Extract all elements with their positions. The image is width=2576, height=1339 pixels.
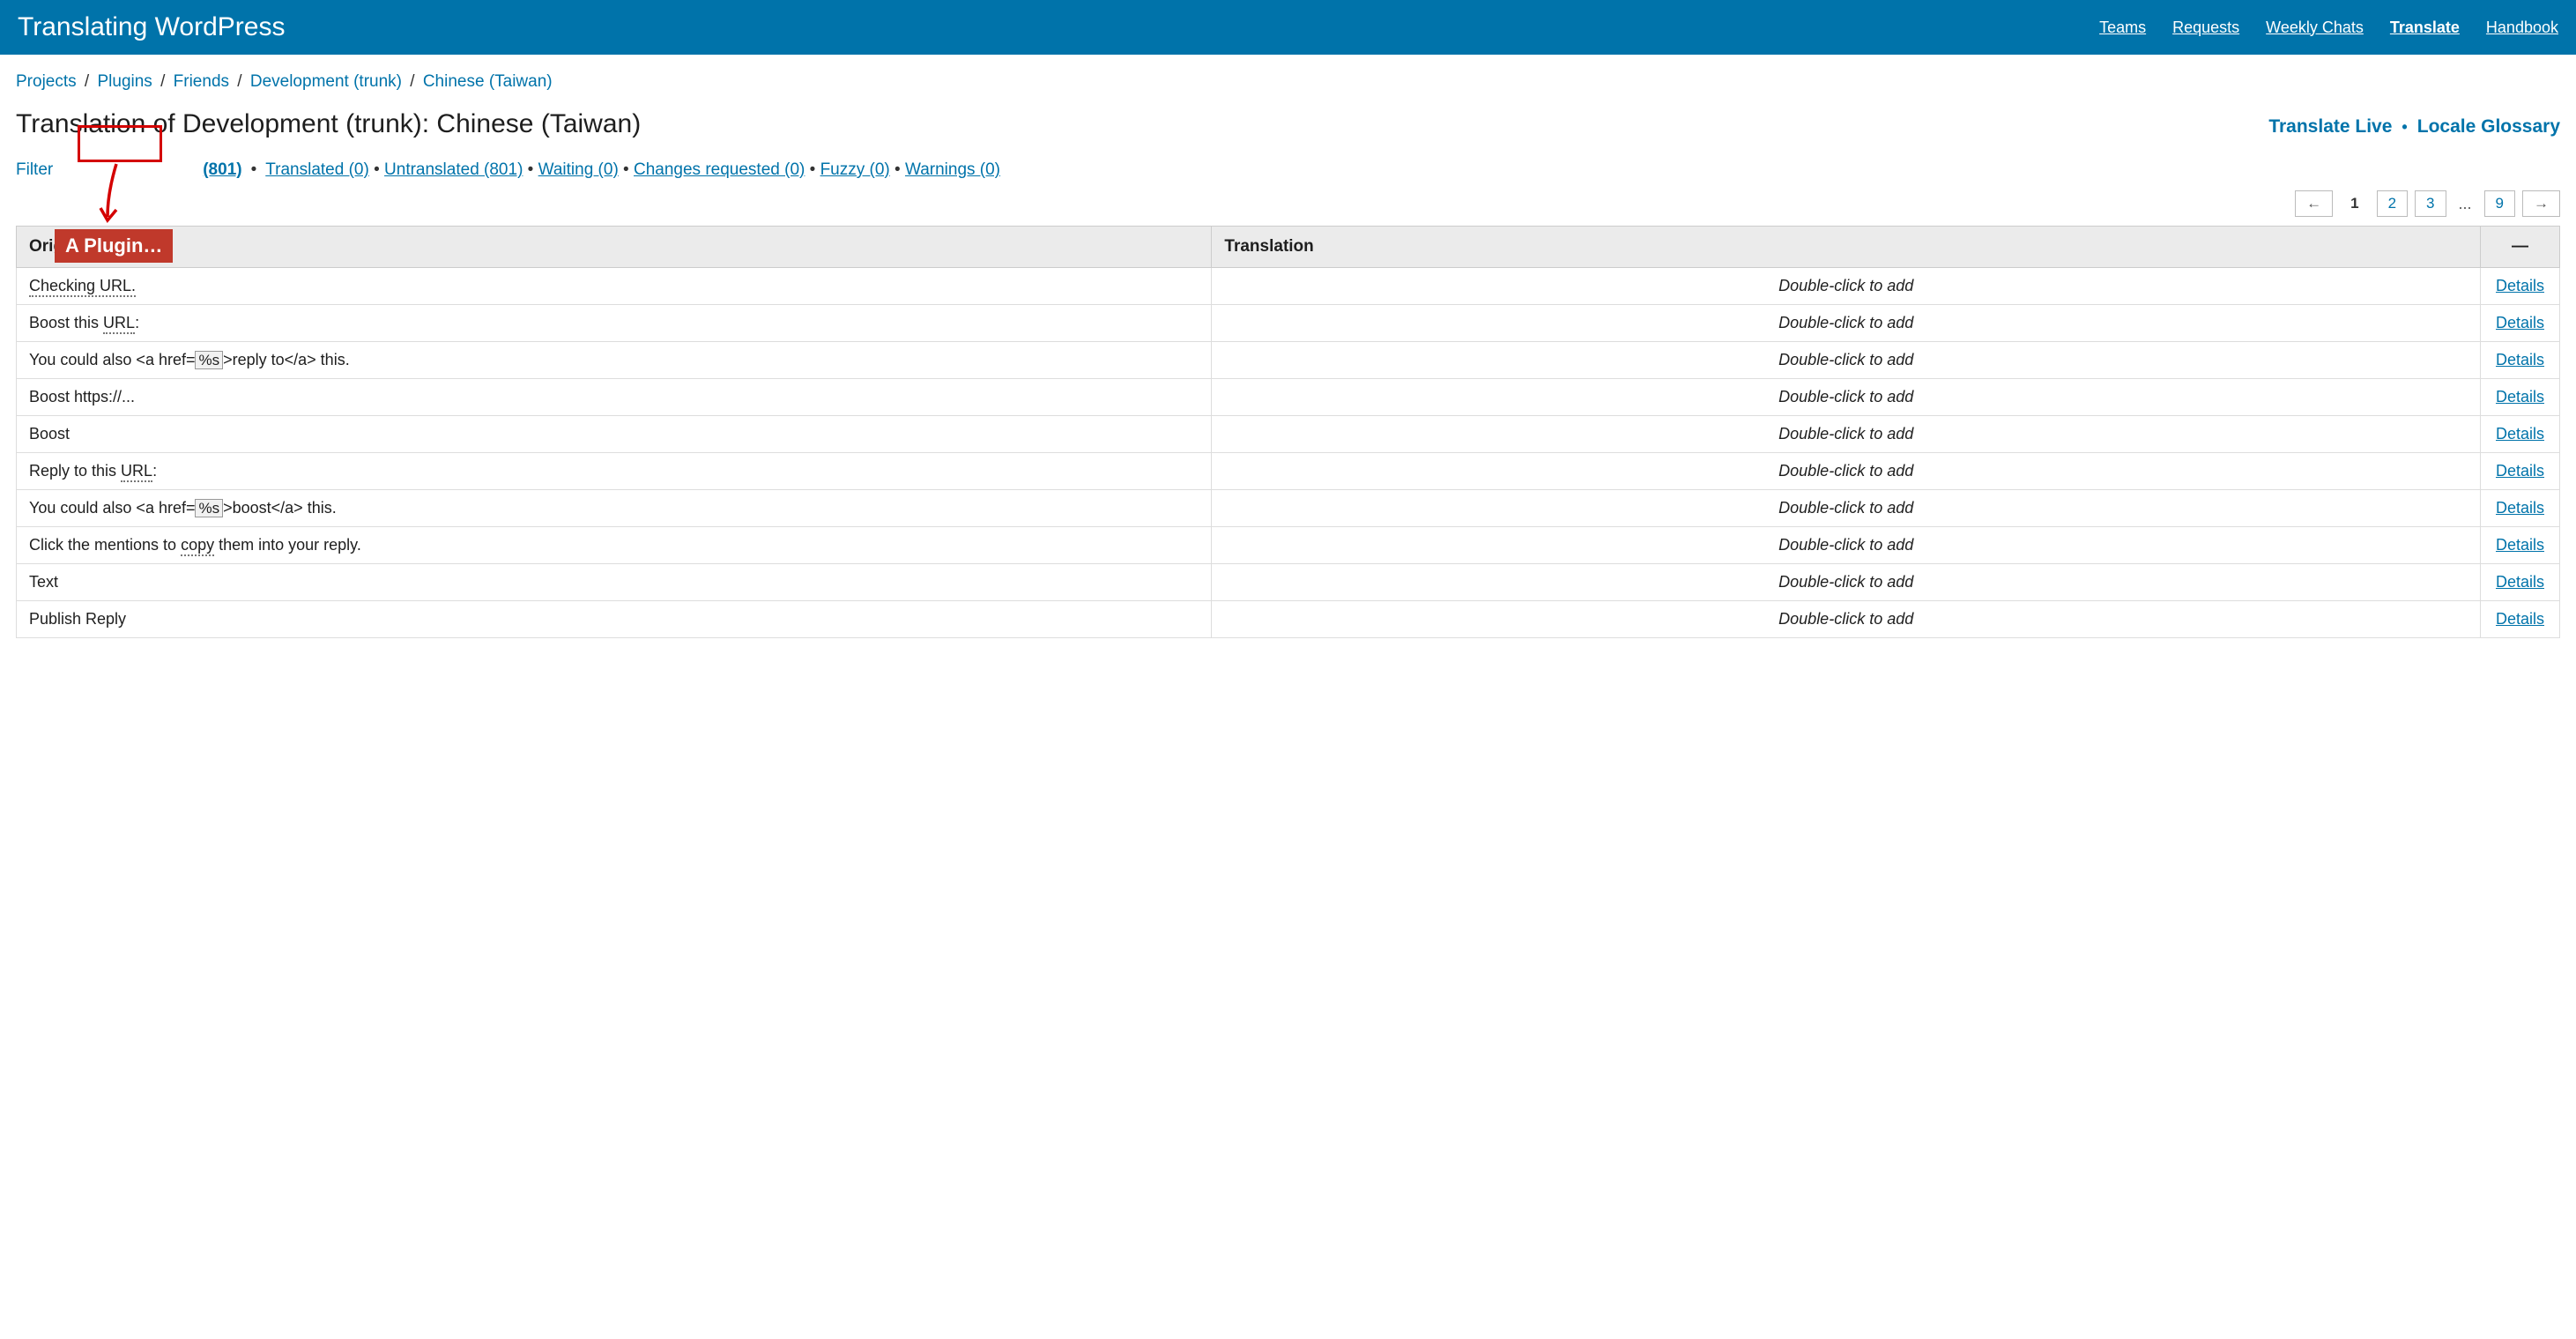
breadcrumb-plugins[interactable]: Plugins [97,72,152,91]
details-link[interactable]: Details [2496,277,2544,294]
details-cell: Details [2481,453,2560,490]
status-translated[interactable]: Translated (0) [265,160,369,179]
table-row: Publish ReplyDouble-click to add Details [17,601,2560,638]
nav-translate[interactable]: Translate [2390,19,2460,37]
translation-cell[interactable]: Double-click to add [1212,268,2481,305]
details-cell: Details [2481,564,2560,601]
locale-glossary-link[interactable]: Locale Glossary [2417,116,2560,137]
original-string-cell[interactable]: You could also <a href=%s>boost</a> this… [17,490,1212,527]
all-count[interactable]: (801) [203,160,241,180]
status-changes[interactable]: Changes requested (0) [634,160,805,179]
table-row: You could also <a href=%s>reply to</a> t… [17,342,2560,379]
page-ellipsis: ... [2454,195,2477,213]
details-link[interactable]: Details [2496,573,2544,591]
status-untranslated[interactable]: Untranslated (801) [384,160,523,179]
original-string-cell[interactable]: You could also <a href=%s>reply to</a> t… [17,342,1212,379]
table-row: Reply to this URL:Double-click to add Det… [17,453,2560,490]
table-row: Boost this URL:Double-click to add Detail… [17,305,2560,342]
page-9[interactable]: 9 [2484,190,2515,217]
translation-table: Original string Translation — Checking U… [16,226,2560,638]
page-2[interactable]: 2 [2377,190,2408,217]
translation-cell[interactable]: Double-click to add [1212,564,2481,601]
original-string-cell[interactable]: Publish Reply [17,601,1212,638]
details-cell: Details [2481,601,2560,638]
translation-cell[interactable]: Double-click to add [1212,379,2481,416]
breadcrumb-friends[interactable]: Friends [174,72,229,91]
details-cell: Details [2481,379,2560,416]
nav-handbook[interactable]: Handbook [2486,19,2558,37]
translation-cell[interactable]: Double-click to add [1212,342,2481,379]
translation-cell[interactable]: Double-click to add [1212,453,2481,490]
breadcrumb: Projects / Plugins / Friends / Developme… [16,72,2560,92]
page-prev[interactable]: ← [2295,190,2333,217]
details-cell: Details [2481,342,2560,379]
translate-live-link[interactable]: Translate Live [2268,116,2392,137]
col-actions: — [2481,227,2560,268]
details-cell: Details [2481,416,2560,453]
original-string-cell[interactable]: Boost [17,416,1212,453]
col-original: Original string [17,227,1212,268]
details-link[interactable]: Details [2496,610,2544,628]
page-next[interactable]: → [2522,190,2560,217]
table-row: Checking URL.Double-click to add Details [17,268,2560,305]
translation-cell[interactable]: Double-click to add [1212,305,2481,342]
original-string-cell[interactable]: Reply to this URL: [17,453,1212,490]
details-cell: Details [2481,527,2560,564]
details-cell: Details [2481,490,2560,527]
details-link[interactable]: Details [2496,536,2544,554]
status-warnings[interactable]: Warnings (0) [905,160,1000,179]
page-action-links: Translate Live • Locale Glossary [2268,116,2560,138]
nav-teams[interactable]: Teams [2099,19,2146,37]
translation-cell[interactable]: Double-click to add [1212,490,2481,527]
original-string-cell[interactable]: Text [17,564,1212,601]
page-title: Translation of Development (trunk): Chin… [16,109,641,139]
pagination: ← 123... 9 → [16,190,2560,217]
status-waiting[interactable]: Waiting (0) [538,160,619,179]
breadcrumb-chinese-taiwan-[interactable]: Chinese (Taiwan) [423,72,553,91]
breadcrumb-projects[interactable]: Projects [16,72,77,91]
details-link[interactable]: Details [2496,499,2544,517]
details-link[interactable]: Details [2496,388,2544,405]
breadcrumb-separator: / [152,72,174,91]
original-string-cell[interactable]: Checking URL. [17,268,1212,305]
filter-row: Filter (801) • Translated (0) • Untransl… [16,160,2560,180]
breadcrumb-separator: / [77,72,98,91]
original-string-cell[interactable]: Click the mentions to copy them into you… [17,527,1212,564]
table-row: You could also <a href=%s>boost</a> this… [17,490,2560,527]
page-1: 1 [2340,191,2369,216]
translation-cell[interactable]: Double-click to add [1212,527,2481,564]
page-3[interactable]: 3 [2415,190,2446,217]
table-row: Click the mentions to copy them into you… [17,527,2560,564]
table-row: BoostDouble-click to add Details [17,416,2560,453]
original-string-cell[interactable]: Boost https://... [17,379,1212,416]
status-fuzzy[interactable]: Fuzzy (0) [820,160,890,179]
main-nav: Teams Requests Weekly Chats Translate Handbo… [2099,19,2558,37]
details-link[interactable]: Details [2496,425,2544,443]
translation-cell[interactable]: Double-click to add [1212,601,2481,638]
nav-requests[interactable]: Requests [2172,19,2239,37]
details-link[interactable]: Details [2496,314,2544,331]
site-header: Translating WordPress Teams Requests Weekl… [0,0,2576,55]
details-link[interactable]: Details [2496,351,2544,368]
site-title: Translating WordPress [18,12,285,42]
separator-dot: • [2396,118,2412,136]
original-string-cell[interactable]: Boost this URL: [17,305,1212,342]
breadcrumb-separator: / [229,72,250,91]
nav-weekly-chats[interactable]: Weekly Chats [2266,19,2364,37]
details-cell: Details [2481,305,2560,342]
details-link[interactable]: Details [2496,462,2544,480]
table-row: Boost https://...Double-click to add Deta… [17,379,2560,416]
filter-toggle[interactable]: Filter [16,160,53,180]
breadcrumb-separator: / [402,72,423,91]
translation-cell[interactable]: Double-click to add [1212,416,2481,453]
breadcrumb-development-trunk-[interactable]: Development (trunk) [250,72,402,91]
details-cell: Details [2481,268,2560,305]
col-translation: Translation [1212,227,2481,268]
table-row: TextDouble-click to add Details [17,564,2560,601]
